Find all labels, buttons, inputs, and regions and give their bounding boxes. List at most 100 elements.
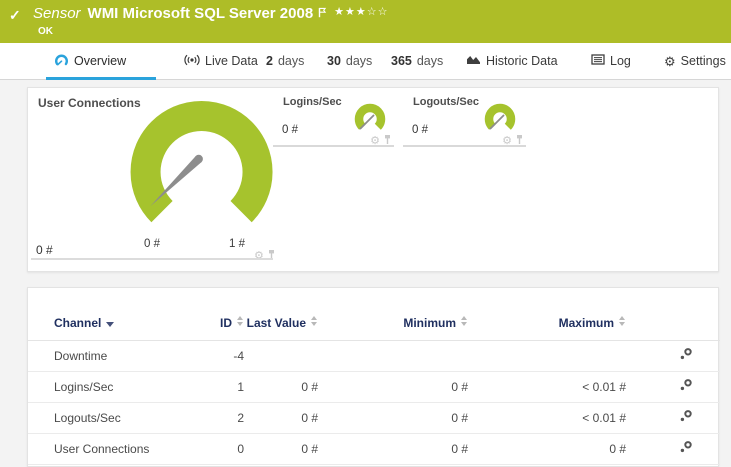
column-header-last-value[interactable]: Last Value: [244, 288, 318, 341]
gauges-panel: User Connections 0 # 1 # 0 # ⚙ Logins/Se…: [27, 87, 719, 272]
sensor-status-badge: OK: [38, 26, 53, 37]
tab-30-days[interactable]: 30 days: [327, 43, 372, 79]
channel-maximum: 0 #: [468, 433, 626, 465]
channel-minimum: 0 #: [318, 402, 468, 434]
logins-gauge-box: Logins/Sec 0 # ⚙: [273, 88, 394, 147]
column-header-maximum-label: Maximum: [558, 315, 614, 330]
column-header-id-label: ID: [220, 315, 232, 330]
channel-last-value: 0 #: [244, 433, 318, 465]
main-gauge-scale-max: 1 #: [229, 238, 245, 250]
tab-live-data-label: Live Data: [205, 54, 258, 68]
priority-star-rating[interactable]: ★★★☆☆: [334, 5, 388, 19]
table-row: User Connections 0 0 # 0 # 0 #: [28, 433, 720, 465]
channel-maximum: [468, 340, 626, 372]
channel-last-value: 0 #: [244, 371, 318, 403]
logouts-gauge-title: Logouts/Sec: [413, 96, 480, 108]
channel-name: Logouts/Sec: [28, 402, 184, 434]
logins-gauge-value: 0 #: [282, 124, 298, 136]
column-header-maximum[interactable]: Maximum: [468, 288, 626, 341]
channel-last-value: 0 #: [244, 402, 318, 434]
column-header-actions: [626, 288, 720, 341]
logouts-gauge-actions: ⚙: [502, 132, 524, 150]
tab-30-days-number: 30: [327, 54, 341, 68]
sort-desc-icon: [106, 321, 115, 327]
tab-2-days[interactable]: 2 days: [266, 43, 304, 79]
channel-settings-icon[interactable]: [679, 409, 693, 426]
status-ok-check-icon: ✓: [9, 7, 21, 23]
column-header-id[interactable]: ID: [184, 288, 244, 341]
channel-id: 0: [184, 433, 244, 465]
sort-icon: [461, 315, 468, 327]
gear-icon: ⚙: [664, 53, 676, 69]
channel-settings-icon[interactable]: [679, 440, 693, 457]
pin-icon[interactable]: [267, 247, 276, 265]
priority-flag-icon[interactable]: [318, 5, 327, 23]
tab-365-days[interactable]: 365 days: [391, 43, 443, 79]
sensor-header: ✓ Sensor WMI Microsoft SQL Server 2008 ★…: [0, 0, 731, 43]
logouts-gauge-box: Logouts/Sec 0 # ⚙: [403, 88, 526, 147]
tab-historic-data-label: Historic Data: [486, 54, 558, 68]
area-chart-icon: [466, 54, 481, 68]
channel-settings-icon[interactable]: [679, 347, 693, 364]
sort-icon: [311, 315, 318, 327]
tab-30-days-unit: days: [345, 54, 373, 68]
logouts-gauge-value: 0 #: [412, 124, 428, 136]
channel-minimum: [318, 340, 468, 372]
tab-overview-label: Overview: [74, 54, 127, 68]
pin-icon[interactable]: [383, 132, 392, 150]
tab-settings[interactable]: ⚙ Settings: [664, 43, 726, 79]
channels-table-panel: Channel ID Last Value Minimum Maximum Do…: [27, 287, 720, 467]
channel-minimum: 0 #: [318, 433, 468, 465]
log-list-icon: [591, 54, 605, 68]
table-header-row: Channel ID Last Value Minimum Maximum: [28, 288, 720, 341]
page-title: WMI Microsoft SQL Server 2008: [87, 5, 314, 22]
channel-name: Downtime: [28, 340, 184, 372]
broadcast-icon: [184, 54, 200, 69]
channel-settings-icon[interactable]: [679, 378, 693, 395]
channel-name: Logins/Sec: [28, 371, 184, 403]
column-header-channel[interactable]: Channel: [28, 288, 184, 341]
object-kind-label: Sensor: [33, 5, 81, 22]
tab-historic-data[interactable]: Historic Data: [466, 43, 558, 79]
channel-id: 2: [184, 402, 244, 434]
channel-name: User Connections: [28, 433, 184, 465]
tab-bar: Overview Live Data 2 days 30 days 365 da…: [0, 43, 731, 80]
main-gauge-scale-min: 0 #: [144, 238, 160, 250]
channel-id: -4: [184, 340, 244, 372]
gauge-settings-gear-icon[interactable]: ⚙: [502, 135, 512, 147]
tab-2-days-unit: days: [277, 54, 305, 68]
tab-live-data[interactable]: Live Data: [184, 43, 258, 79]
column-header-minimum[interactable]: Minimum: [318, 288, 468, 341]
channel-minimum: 0 #: [318, 371, 468, 403]
sort-icon: [619, 315, 626, 327]
tab-overview[interactable]: Overview: [46, 43, 156, 80]
column-header-minimum-label: Minimum: [403, 315, 456, 330]
table-row: Downtime -4: [28, 340, 720, 372]
gauge-divider: [31, 258, 273, 260]
tab-settings-label: Settings: [680, 54, 726, 68]
tab-365-days-number: 365: [391, 54, 412, 68]
main-gauge-actions: ⚙: [254, 247, 276, 265]
gauge-icon: [54, 53, 69, 69]
logins-gauge-actions: ⚙: [370, 132, 392, 150]
pin-icon[interactable]: [515, 132, 524, 150]
channel-id: 1: [184, 371, 244, 403]
column-header-last-value-label: Last Value: [246, 315, 306, 330]
gauge-settings-gear-icon[interactable]: ⚙: [370, 135, 380, 147]
tab-log-label: Log: [610, 54, 631, 68]
tab-log[interactable]: Log: [591, 43, 631, 79]
table-row: Logins/Sec 1 0 # 0 # < 0.01 #: [28, 371, 720, 403]
sensor-title-line: Sensor WMI Microsoft SQL Server 2008 ★★★…: [33, 5, 388, 23]
tab-2-days-number: 2: [266, 54, 273, 68]
main-gauge-value: 0 #: [36, 243, 53, 257]
sort-icon: [237, 315, 244, 327]
tab-365-days-unit: days: [416, 54, 444, 68]
channel-maximum: < 0.01 #: [468, 402, 626, 434]
table-row: Logouts/Sec 2 0 # 0 # < 0.01 #: [28, 402, 720, 434]
column-header-channel-label: Channel: [54, 315, 102, 330]
channel-maximum: < 0.01 #: [468, 371, 626, 403]
logins-gauge-title: Logins/Sec: [283, 96, 342, 108]
channel-last-value: [244, 340, 318, 372]
user-connections-gauge: [130, 101, 273, 223]
channels-table: Channel ID Last Value Minimum Maximum Do…: [28, 288, 720, 465]
